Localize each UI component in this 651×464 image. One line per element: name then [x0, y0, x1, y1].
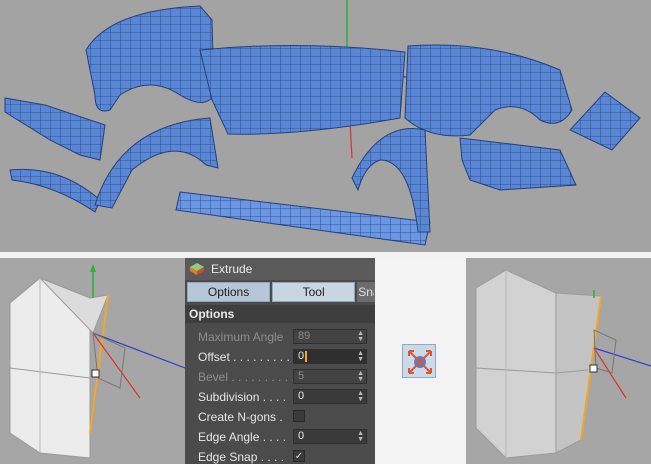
row-offset: Offset . . . . . . . . . . 0 ▲ ▼ [185, 347, 375, 367]
spinner-icon[interactable]: ▲ ▼ [357, 350, 364, 363]
text-cursor-icon [305, 350, 308, 362]
checkmark-icon: ✓ [294, 451, 304, 462]
maximum-angle-label: Maximum Angle [198, 330, 284, 344]
subdivision-field[interactable]: 0 ▲ ▼ [293, 389, 367, 404]
before-viewport[interactable] [0, 258, 185, 464]
bevel-label: Bevel . . . . . . . . . . [198, 370, 295, 384]
edge-snap-checkbox[interactable]: ✓ [293, 450, 305, 462]
section-title-options: Options [185, 305, 375, 323]
extrude-attributes-panel: Extrude Options Tool Sna Options Maximum… [185, 258, 375, 464]
bevel-field[interactable]: 5 ▲ ▼ [293, 369, 367, 384]
maximum-angle-field[interactable]: 89 ▲ ▼ [293, 329, 367, 344]
create-ngons-checkbox[interactable] [293, 410, 305, 422]
tab-bar: Options Tool Sna [185, 282, 375, 302]
subdivision-label: Subdivision . . . . [198, 390, 287, 404]
extrude-icon [189, 262, 205, 276]
create-ngons-label: Create N-gons . [198, 410, 283, 424]
panel-title: Extrude [211, 262, 253, 276]
edge-angle-field[interactable]: 0 ▲ ▼ [293, 429, 367, 444]
spinner-icon[interactable]: ▲ ▼ [357, 370, 364, 383]
spinner-icon[interactable]: ▲ ▼ [357, 430, 364, 443]
top-3d-viewport[interactable] [0, 0, 651, 252]
row-subdivision: Subdivision . . . . 0 ▲ ▼ [185, 387, 375, 407]
spinner-icon[interactable]: ▲ ▼ [357, 390, 364, 403]
offset-label: Offset . . . . . . . . . . [198, 350, 297, 364]
move-arrows-icon[interactable] [402, 344, 436, 378]
row-bevel: Bevel . . . . . . . . . . 5 ▲ ▼ [185, 367, 375, 387]
before-mesh-render [9, 264, 185, 459]
offset-field[interactable]: 0 ▲ ▼ [293, 349, 367, 364]
row-edge-angle: Edge Angle . . . . 0 ▲ ▼ [185, 427, 375, 447]
tab-snap[interactable]: Sna [357, 282, 375, 302]
after-mesh-render [475, 269, 651, 459]
row-edge-snap: Edge Snap . . . . ✓ [185, 447, 375, 464]
row-maximum-angle: Maximum Angle 89 ▲ ▼ [185, 327, 375, 347]
row-create-ngons: Create N-gons . [185, 407, 375, 427]
edge-angle-label: Edge Angle . . . . [198, 430, 287, 444]
panel-header: Extrude [185, 258, 375, 280]
edge-snap-label: Edge Snap . . . . [198, 450, 285, 464]
tutorial-illustration: Extrude Options Tool Sna Options Maximum… [0, 258, 651, 464]
car-panels-render [4, 0, 641, 246]
tab-tool[interactable]: Tool [272, 282, 356, 302]
tab-options[interactable]: Options [187, 282, 271, 302]
spinner-icon[interactable]: ▲ ▼ [357, 330, 364, 343]
after-viewport[interactable] [466, 258, 651, 464]
